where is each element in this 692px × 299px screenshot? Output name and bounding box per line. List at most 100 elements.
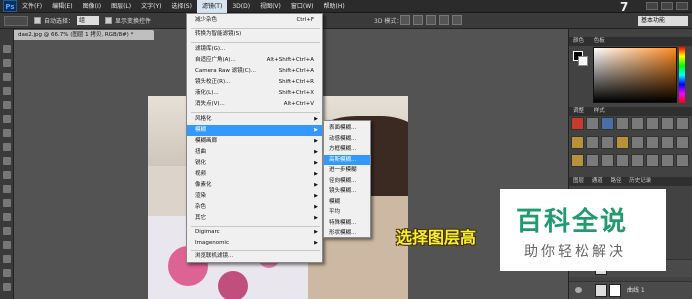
layer-row[interactable]: 曲线 1 [569, 281, 692, 299]
menu-select[interactable]: 选择(S) [166, 0, 197, 13]
menu-item-video[interactable]: 视频 ▶ [187, 169, 322, 180]
menu-window[interactable]: 窗口(W) [286, 0, 319, 13]
submenu-item-motion-blur[interactable]: 动感模糊... [324, 134, 370, 145]
menu-item-lens-correction[interactable]: 镜头校正(R)... Shift+Ctrl+R [187, 77, 322, 88]
style-swatch[interactable] [586, 117, 599, 130]
menu-item-camera-raw[interactable]: Camera Raw 滤镜(C)... Shift+Ctrl+A [187, 66, 322, 77]
style-swatch[interactable] [631, 154, 644, 168]
style-swatch[interactable] [646, 135, 659, 149]
menu-item-pixelate[interactable]: 像素化 ▶ [187, 180, 322, 191]
minimize-icon[interactable] [646, 2, 658, 10]
menu-item-render[interactable]: 渲染 ▶ [187, 191, 322, 202]
submenu-item-blur-more[interactable]: 进一步模糊 [324, 165, 370, 176]
menu-item-vanishing-point[interactable]: 消失点(V)... Alt+Ctrl+V [187, 99, 322, 110]
style-swatch[interactable] [616, 135, 629, 149]
style-swatch[interactable] [601, 117, 614, 130]
quick-select-tool-icon[interactable] [3, 87, 11, 95]
style-swatch[interactable] [646, 117, 659, 130]
style-swatch[interactable] [586, 154, 599, 168]
menu-layer[interactable]: 图层(L) [106, 0, 136, 13]
submenu-item-surface-blur[interactable]: 表面模糊... [324, 123, 370, 134]
style-swatch[interactable] [661, 135, 674, 149]
visibility-eye-icon[interactable] [575, 287, 582, 293]
menu-image[interactable]: 图像(I) [78, 0, 106, 13]
slide-3d-icon[interactable] [439, 15, 449, 25]
submenu-item-gaussian-blur[interactable]: 高斯模糊... [324, 154, 370, 165]
move-tool-icon[interactable] [3, 45, 11, 53]
menu-item-digimarc[interactable]: Digimarc ▶ [187, 227, 322, 238]
style-swatch[interactable] [616, 117, 629, 130]
style-swatch[interactable] [646, 154, 659, 168]
tab-history[interactable]: 历史记录 [629, 178, 651, 184]
menu-item-other[interactable]: 其它 ▶ [187, 213, 322, 224]
history-brush-tool-icon[interactable] [3, 171, 11, 179]
menu-item-last-filter[interactable]: 减少杂色 Ctrl+F [187, 15, 322, 26]
workspace-dropdown[interactable]: 基本功能 [638, 16, 688, 26]
style-swatch[interactable] [676, 154, 689, 168]
menu-item-distort[interactable]: 扭曲 ▶ [187, 147, 322, 158]
menu-item-sharpen[interactable]: 锐化 ▶ [187, 158, 322, 169]
menu-item-imagenomic[interactable]: Imagenomic ▶ [187, 238, 322, 249]
eyedropper-tool-icon[interactable] [3, 115, 11, 123]
roll-3d-icon[interactable] [413, 15, 423, 25]
style-swatch[interactable] [571, 154, 584, 168]
eraser-tool-icon[interactable] [3, 185, 11, 193]
style-swatch[interactable] [631, 135, 644, 149]
style-swatch[interactable] [676, 117, 689, 130]
style-swatch[interactable] [676, 135, 689, 149]
type-tool-icon[interactable] [3, 255, 11, 263]
lasso-tool-icon[interactable] [3, 73, 11, 81]
style-swatch[interactable] [661, 117, 674, 130]
tab-swatches[interactable]: 色板 [594, 38, 605, 44]
show-transform-checkbox[interactable] [105, 17, 113, 24]
close-icon[interactable] [676, 2, 688, 10]
style-swatch[interactable] [571, 117, 584, 130]
crop-tool-icon[interactable] [3, 101, 11, 109]
menu-item-adaptive-wide-angle[interactable]: 自适应广角(A)... Alt+Shift+Ctrl+A [187, 55, 322, 66]
blur-tool-icon[interactable] [3, 213, 11, 221]
menu-item-blur-gallery[interactable]: 模糊画廊 ▶ [187, 136, 322, 147]
hue-slider[interactable] [679, 47, 685, 103]
styles-panel-tabs[interactable]: 调整 样式 [569, 107, 692, 116]
submenu-item-radial-blur[interactable]: 径向模糊... [324, 176, 370, 187]
submenu-item-smart-blur[interactable]: 特殊模糊... [324, 218, 370, 229]
menu-3d[interactable]: 3D(D) [227, 0, 255, 13]
background-color-swatch[interactable] [578, 56, 588, 66]
tab-styles[interactable]: 样式 [594, 108, 605, 114]
menu-filter[interactable]: 滤镜(T) [196, 0, 228, 13]
color-picker-field[interactable] [593, 47, 677, 103]
layers-panel-tabs[interactable]: 图层 通道 路径 历史记录 [569, 177, 692, 186]
tab-paths[interactable]: 路径 [611, 178, 622, 184]
style-swatch[interactable] [601, 135, 614, 149]
maximize-icon[interactable] [661, 2, 673, 10]
shape-tool-icon[interactable] [3, 283, 11, 291]
stamp-tool-icon[interactable] [3, 157, 11, 165]
brush-tool-icon[interactable] [3, 143, 11, 151]
menu-item-liquify[interactable]: 液化(L)... Shift+Ctrl+X [187, 88, 322, 99]
menu-item-convert-smart[interactable]: 转换为智能滤镜(S) [187, 29, 322, 40]
menu-view[interactable]: 视图(V) [255, 0, 286, 13]
menu-item-filter-gallery[interactable]: 滤镜库(G)... [187, 44, 322, 55]
style-swatch[interactable] [601, 154, 614, 168]
menu-item-noise[interactable]: 杂色 ▶ [187, 202, 322, 213]
drag-3d-icon[interactable] [426, 15, 436, 25]
gradient-tool-icon[interactable] [3, 199, 11, 207]
menu-item-browse-filters[interactable]: 浏览联机滤镜... [187, 251, 322, 262]
style-swatch[interactable] [616, 154, 629, 168]
menu-edit[interactable]: 编辑(E) [47, 0, 77, 13]
tab-layers[interactable]: 图层 [573, 178, 584, 184]
style-swatch[interactable] [631, 117, 644, 130]
menu-item-stylize[interactable]: 风格化 ▶ [187, 114, 322, 125]
color-panel-tabs[interactable]: 颜色 色板 [569, 37, 692, 46]
submenu-item-shape-blur[interactable]: 形状模糊... [324, 228, 370, 239]
submenu-item-box-blur[interactable]: 方框模糊... [324, 144, 370, 155]
menu-help[interactable]: 帮助(H) [319, 0, 350, 13]
style-swatch[interactable] [661, 154, 674, 168]
auto-select-dropdown[interactable]: 组 [77, 16, 100, 25]
submenu-item-average[interactable]: 平均 [324, 207, 370, 218]
menu-item-blur[interactable]: 模糊 ▶ [187, 125, 322, 136]
style-swatch[interactable] [571, 135, 584, 149]
tab-color[interactable]: 颜色 [573, 38, 584, 44]
scale-3d-icon[interactable] [452, 15, 462, 25]
marquee-tool-icon[interactable] [3, 59, 11, 67]
